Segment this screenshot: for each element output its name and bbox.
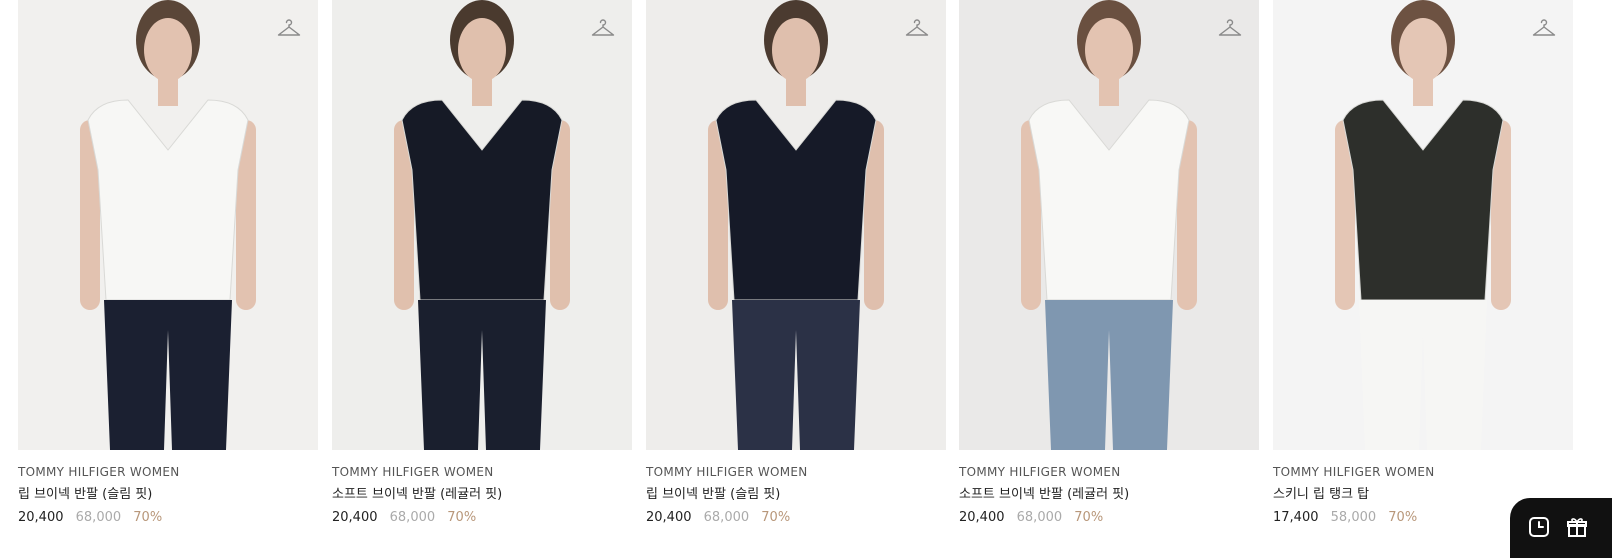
hanger-icon[interactable] <box>590 16 616 42</box>
product-photo <box>959 0 1259 450</box>
sale-price: 20,400 <box>18 510 64 525</box>
discount-rate: 70% <box>1074 510 1104 525</box>
gift-icon[interactable] <box>1566 516 1588 538</box>
model-head <box>458 18 506 82</box>
hanger-icon[interactable] <box>1531 16 1557 42</box>
original-price: 68,000 <box>75 510 122 525</box>
product-card[interactable]: TOMMY HILFIGER WOMEN 스키니 립 탱크 탑 17,400 5… <box>1273 0 1573 538</box>
product-name[interactable]: 소프트 브이넥 반팔 (레귤러 핏) <box>959 486 1259 503</box>
product-image[interactable] <box>646 0 946 450</box>
sale-price: 20,400 <box>959 510 1005 525</box>
hanger-icon[interactable] <box>1217 16 1243 42</box>
product-photo <box>1273 0 1573 450</box>
product-card[interactable]: TOMMY HILFIGER WOMEN 소프트 브이넥 반팔 (레귤러 핏) … <box>332 0 632 538</box>
product-brand: TOMMY HILFIGER WOMEN <box>646 465 808 479</box>
product-photo <box>332 0 632 450</box>
product-card[interactable]: TOMMY HILFIGER WOMEN 소프트 브이넥 반팔 (레귤러 핏) … <box>959 0 1259 538</box>
product-name[interactable]: 립 브이넥 반팔 (슬림 핏) <box>18 486 318 503</box>
sale-price: 17,400 <box>1273 510 1319 525</box>
model-neck <box>158 76 178 106</box>
model-neck <box>786 76 806 106</box>
product-prices: 20,400 68,000 70% <box>332 509 632 526</box>
model-head <box>772 18 820 82</box>
product-card[interactable]: TOMMY HILFIGER WOMEN 립 브이넥 반팔 (슬림 핏) 20,… <box>646 0 946 538</box>
product-brand: TOMMY HILFIGER WOMEN <box>959 465 1121 479</box>
model-head <box>144 18 192 82</box>
product-grid: TOMMY HILFIGER WOMEN 립 브이넥 반팔 (슬림 핏) 20,… <box>18 0 1612 538</box>
discount-rate: 70% <box>447 510 477 525</box>
product-photo <box>18 0 318 450</box>
hanger-icon[interactable] <box>276 16 302 42</box>
floating-action-bar[interactable] <box>1510 498 1612 558</box>
model-neck <box>472 76 492 106</box>
product-image[interactable] <box>18 0 318 450</box>
product-brand: TOMMY HILFIGER WOMEN <box>332 465 494 479</box>
product-card[interactable]: TOMMY HILFIGER WOMEN 립 브이넥 반팔 (슬림 핏) 20,… <box>18 0 318 538</box>
discount-rate: 70% <box>761 510 791 525</box>
product-prices: 20,400 68,000 70% <box>646 509 946 526</box>
product-name[interactable]: 소프트 브이넥 반팔 (레귤러 핏) <box>332 486 632 503</box>
original-price: 68,000 <box>703 510 750 525</box>
model-head <box>1399 18 1447 82</box>
sale-price: 20,400 <box>332 510 378 525</box>
model-neck <box>1413 76 1433 106</box>
discount-rate: 70% <box>1388 510 1418 525</box>
clock-icon[interactable] <box>1528 516 1550 538</box>
product-image[interactable] <box>332 0 632 450</box>
discount-rate: 70% <box>133 510 163 525</box>
original-price: 68,000 <box>389 510 436 525</box>
sale-price: 20,400 <box>646 510 692 525</box>
original-price: 68,000 <box>1016 510 1063 525</box>
original-price: 58,000 <box>1330 510 1377 525</box>
model-head <box>1085 18 1133 82</box>
model-neck <box>1099 76 1119 106</box>
product-brand: TOMMY HILFIGER WOMEN <box>18 465 180 479</box>
product-prices: 20,400 68,000 70% <box>18 509 318 526</box>
product-image[interactable] <box>959 0 1259 450</box>
product-photo <box>646 0 946 450</box>
product-brand: TOMMY HILFIGER WOMEN <box>1273 465 1435 479</box>
hanger-icon[interactable] <box>904 16 930 42</box>
product-prices: 20,400 68,000 70% <box>959 509 1259 526</box>
product-name[interactable]: 립 브이넥 반팔 (슬림 핏) <box>646 486 946 503</box>
product-image[interactable] <box>1273 0 1573 450</box>
